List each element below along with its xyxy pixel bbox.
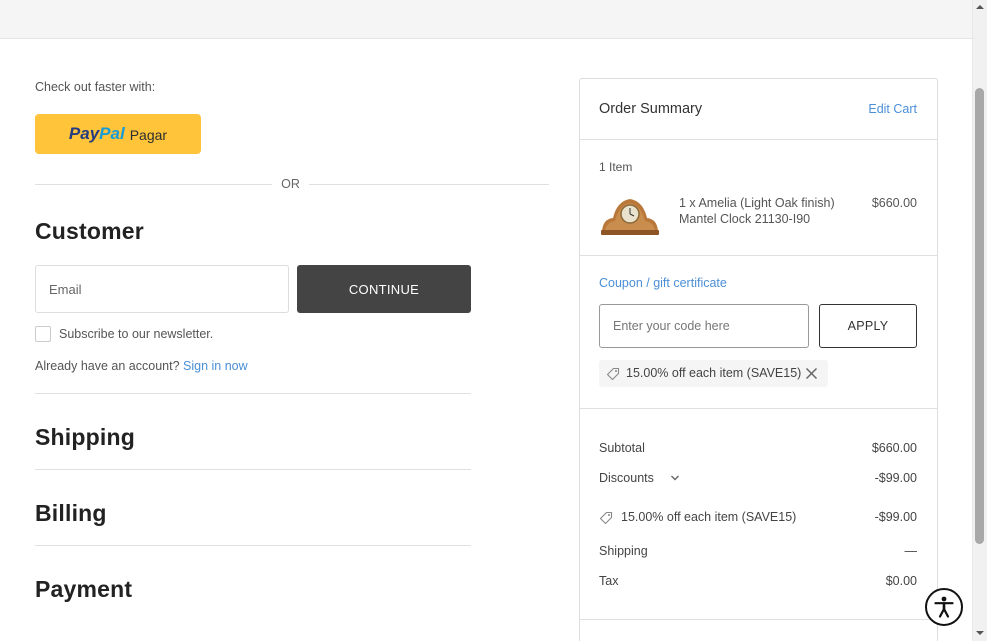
close-icon[interactable] <box>805 367 818 380</box>
scroll-down-arrow[interactable] <box>975 629 984 637</box>
account-prompt-text: Already have an account? <box>35 359 180 373</box>
newsletter-label: Subscribe to our newsletter. <box>59 327 214 341</box>
summary-divider <box>580 255 937 256</box>
shipping-section-title[interactable]: Shipping <box>35 424 135 451</box>
or-divider-text: OR <box>281 177 300 191</box>
subtotal-value: $660.00 <box>871 441 917 455</box>
shipping-label: Shipping <box>599 544 648 558</box>
order-summary-card: Order Summary Edit Cart 1 Item 1 x Ameli… <box>579 78 938 641</box>
summary-divider <box>580 619 937 620</box>
or-divider-right <box>309 184 549 185</box>
product-name: 1 x Amelia (Light Oak finish) Mantel Clo… <box>679 196 835 226</box>
applied-coupon-text: 15.00% off each item (SAVE15) <box>626 366 802 380</box>
order-summary-title: Order Summary <box>599 101 703 117</box>
chevron-down-icon[interactable] <box>670 474 680 482</box>
edit-cart-link[interactable]: Edit Cart <box>868 102 917 116</box>
summary-divider <box>580 408 937 409</box>
scroll-up-arrow[interactable] <box>975 3 984 11</box>
billing-section-title[interactable]: Billing <box>35 500 107 527</box>
top-header-bar <box>0 0 972 39</box>
discounts-label: Discounts <box>599 471 654 485</box>
section-divider <box>35 469 471 470</box>
accessibility-button[interactable] <box>925 588 963 626</box>
newsletter-checkbox[interactable] <box>35 326 51 342</box>
accessibility-icon <box>934 596 954 618</box>
item-count: 1 Item <box>599 160 633 174</box>
scrollbar-thumb[interactable] <box>975 88 984 544</box>
customer-section-title: Customer <box>35 218 144 244</box>
product-price: $660.00 <box>871 196 917 210</box>
section-divider <box>35 393 471 394</box>
discount-line-label: 15.00% off each item (SAVE15) <box>621 510 797 524</box>
account-prompt: Already have an account? Sign in now <box>35 359 248 373</box>
sign-in-link[interactable]: Sign in now <box>183 359 248 373</box>
shipping-value: — <box>904 544 918 558</box>
discount-line-value: -$99.00 <box>874 510 917 524</box>
tax-value: $0.00 <box>885 574 917 588</box>
continue-button[interactable]: CONTINUE <box>297 265 471 313</box>
paypal-button[interactable]: Pay Pal Pagar <box>35 114 201 154</box>
summary-divider <box>580 139 937 140</box>
product-thumbnail <box>601 199 659 235</box>
subtotal-label: Subtotal <box>599 441 645 455</box>
applied-coupon-chip: 15.00% off each item (SAVE15) <box>599 360 828 387</box>
tag-icon <box>599 511 613 525</box>
coupon-toggle-link[interactable]: Coupon / gift certificate <box>599 276 727 290</box>
tax-label: Tax <box>599 574 619 588</box>
section-divider <box>35 545 471 546</box>
paypal-action-label: Pagar <box>129 127 168 143</box>
or-divider-left <box>35 184 272 185</box>
coupon-code-input[interactable] <box>599 304 809 348</box>
discounts-value: -$99.00 <box>874 471 917 485</box>
paypal-logo-pal: Pal <box>99 124 125 143</box>
payment-section-title[interactable]: Payment <box>35 576 132 603</box>
email-field[interactable] <box>35 265 289 313</box>
apply-coupon-button[interactable]: APPLY <box>819 304 917 348</box>
express-checkout-label: Check out faster with: <box>35 80 156 94</box>
paypal-logo-pay: Pay <box>68 124 100 143</box>
tag-icon <box>606 367 620 381</box>
